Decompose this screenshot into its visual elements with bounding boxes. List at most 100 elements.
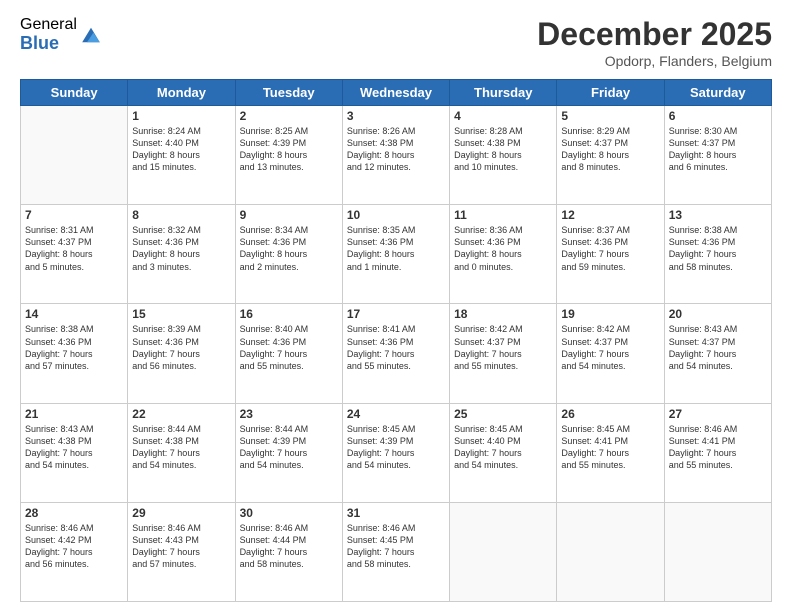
cell-info: Sunrise: 8:38 AM Sunset: 4:36 PM Dayligh… <box>669 224 767 273</box>
day-number: 6 <box>669 109 767 123</box>
cell-info: Sunrise: 8:37 AM Sunset: 4:36 PM Dayligh… <box>561 224 659 273</box>
cell-info: Sunrise: 8:35 AM Sunset: 4:36 PM Dayligh… <box>347 224 445 273</box>
cell-info: Sunrise: 8:45 AM Sunset: 4:41 PM Dayligh… <box>561 423 659 472</box>
logo-general: General <box>20 16 77 34</box>
col-wednesday: Wednesday <box>342 80 449 106</box>
cell-info: Sunrise: 8:42 AM Sunset: 4:37 PM Dayligh… <box>561 323 659 372</box>
day-number: 7 <box>25 208 123 222</box>
day-number: 5 <box>561 109 659 123</box>
cell-info: Sunrise: 8:36 AM Sunset: 4:36 PM Dayligh… <box>454 224 552 273</box>
calendar-table: Sunday Monday Tuesday Wednesday Thursday… <box>20 79 772 602</box>
cell-info: Sunrise: 8:31 AM Sunset: 4:37 PM Dayligh… <box>25 224 123 273</box>
title-section: December 2025 Opdorp, Flanders, Belgium <box>537 16 772 69</box>
day-number: 22 <box>132 407 230 421</box>
logo-icon <box>79 23 103 47</box>
table-row: 29 Sunrise: 8:46 AM Sunset: 4:43 PM Dayli… <box>128 502 235 601</box>
day-number: 23 <box>240 407 338 421</box>
month-title: December 2025 <box>537 16 772 53</box>
cell-info: Sunrise: 8:46 AM Sunset: 4:44 PM Dayligh… <box>240 522 338 571</box>
cell-info: Sunrise: 8:25 AM Sunset: 4:39 PM Dayligh… <box>240 125 338 174</box>
cell-info: Sunrise: 8:40 AM Sunset: 4:36 PM Dayligh… <box>240 323 338 372</box>
day-number: 13 <box>669 208 767 222</box>
table-row: 13 Sunrise: 8:38 AM Sunset: 4:36 PM Dayli… <box>664 205 771 304</box>
day-number: 4 <box>454 109 552 123</box>
table-row: 1 Sunrise: 8:24 AM Sunset: 4:40 PM Daylig… <box>128 106 235 205</box>
day-number: 31 <box>347 506 445 520</box>
day-number: 19 <box>561 307 659 321</box>
cell-info: Sunrise: 8:42 AM Sunset: 4:37 PM Dayligh… <box>454 323 552 372</box>
table-row: 3Sunrise: 8:26 AM Sunset: 4:38 PM Daylig… <box>342 106 449 205</box>
table-row: 17 Sunrise: 8:41 AM Sunset: 4:36 PM Dayli… <box>342 304 449 403</box>
day-number: 12 <box>561 208 659 222</box>
table-row: 20 Sunrise: 8:43 AM Sunset: 4:37 PM Dayli… <box>664 304 771 403</box>
table-row: 22Sunrise: 8:44 AM Sunset: 4:38 PM Dayli… <box>128 403 235 502</box>
table-row: 19 Sunrise: 8:42 AM Sunset: 4:37 PM Dayli… <box>557 304 664 403</box>
cell-info: Sunrise: 8:46 AM Sunset: 4:41 PM Dayligh… <box>669 423 767 472</box>
table-row: 9 Sunrise: 8:34 AM Sunset: 4:36 PM Daylig… <box>235 205 342 304</box>
cell-info: Sunrise: 8:44 AM Sunset: 4:39 PM Dayligh… <box>240 423 338 472</box>
location: Opdorp, Flanders, Belgium <box>537 53 772 69</box>
day-number: 18 <box>454 307 552 321</box>
cell-info: Sunrise: 8:45 AM Sunset: 4:39 PM Dayligh… <box>347 423 445 472</box>
cell-info: Sunrise: 8:24 AM Sunset: 4:40 PM Dayligh… <box>132 125 230 174</box>
table-row: 25 Sunrise: 8:45 AM Sunset: 4:40 PM Dayli… <box>450 403 557 502</box>
header: General Blue December 2025 Opdorp, Fland… <box>20 16 772 69</box>
day-number: 10 <box>347 208 445 222</box>
day-number: 25 <box>454 407 552 421</box>
day-number: 17 <box>347 307 445 321</box>
calendar-week-4: 28Sunrise: 8:46 AM Sunset: 4:42 PM Dayli… <box>21 502 772 601</box>
calendar-header-row: Sunday Monday Tuesday Wednesday Thursday… <box>21 80 772 106</box>
day-number: 16 <box>240 307 338 321</box>
table-row: 7 Sunrise: 8:31 AM Sunset: 4:37 PM Daylig… <box>21 205 128 304</box>
day-number: 24 <box>347 407 445 421</box>
table-row <box>557 502 664 601</box>
cell-info: Sunrise: 8:28 AM Sunset: 4:38 PM Dayligh… <box>454 125 552 174</box>
table-row <box>664 502 771 601</box>
table-row: 4 Sunrise: 8:28 AM Sunset: 4:38 PM Daylig… <box>450 106 557 205</box>
calendar-week-0: 1 Sunrise: 8:24 AM Sunset: 4:40 PM Daylig… <box>21 106 772 205</box>
table-row: 28Sunrise: 8:46 AM Sunset: 4:42 PM Dayli… <box>21 502 128 601</box>
day-number: 15 <box>132 307 230 321</box>
table-row: 27Sunrise: 8:46 AM Sunset: 4:41 PM Dayli… <box>664 403 771 502</box>
day-number: 28 <box>25 506 123 520</box>
table-row <box>21 106 128 205</box>
cell-info: Sunrise: 8:45 AM Sunset: 4:40 PM Dayligh… <box>454 423 552 472</box>
cell-info: Sunrise: 8:39 AM Sunset: 4:36 PM Dayligh… <box>132 323 230 372</box>
table-row: 23 Sunrise: 8:44 AM Sunset: 4:39 PM Dayli… <box>235 403 342 502</box>
table-row: 14Sunrise: 8:38 AM Sunset: 4:36 PM Dayli… <box>21 304 128 403</box>
day-number: 9 <box>240 208 338 222</box>
table-row: 31Sunrise: 8:46 AM Sunset: 4:45 PM Dayli… <box>342 502 449 601</box>
day-number: 20 <box>669 307 767 321</box>
cell-info: Sunrise: 8:34 AM Sunset: 4:36 PM Dayligh… <box>240 224 338 273</box>
table-row: 16 Sunrise: 8:40 AM Sunset: 4:36 PM Dayli… <box>235 304 342 403</box>
calendar-week-1: 7 Sunrise: 8:31 AM Sunset: 4:37 PM Daylig… <box>21 205 772 304</box>
col-saturday: Saturday <box>664 80 771 106</box>
cell-info: Sunrise: 8:32 AM Sunset: 4:36 PM Dayligh… <box>132 224 230 273</box>
table-row: 11Sunrise: 8:36 AM Sunset: 4:36 PM Dayli… <box>450 205 557 304</box>
day-number: 1 <box>132 109 230 123</box>
page-container: General Blue December 2025 Opdorp, Fland… <box>0 0 792 612</box>
table-row: 18 Sunrise: 8:42 AM Sunset: 4:37 PM Dayli… <box>450 304 557 403</box>
cell-info: Sunrise: 8:43 AM Sunset: 4:37 PM Dayligh… <box>669 323 767 372</box>
col-sunday: Sunday <box>21 80 128 106</box>
col-tuesday: Tuesday <box>235 80 342 106</box>
cell-info: Sunrise: 8:30 AM Sunset: 4:37 PM Dayligh… <box>669 125 767 174</box>
col-thursday: Thursday <box>450 80 557 106</box>
day-number: 2 <box>240 109 338 123</box>
table-row: 5Sunrise: 8:29 AM Sunset: 4:37 PM Daylig… <box>557 106 664 205</box>
cell-info: Sunrise: 8:46 AM Sunset: 4:43 PM Dayligh… <box>132 522 230 571</box>
cell-info: Sunrise: 8:38 AM Sunset: 4:36 PM Dayligh… <box>25 323 123 372</box>
cell-info: Sunrise: 8:41 AM Sunset: 4:36 PM Dayligh… <box>347 323 445 372</box>
col-friday: Friday <box>557 80 664 106</box>
table-row: 2 Sunrise: 8:25 AM Sunset: 4:39 PM Daylig… <box>235 106 342 205</box>
cell-info: Sunrise: 8:26 AM Sunset: 4:38 PM Dayligh… <box>347 125 445 174</box>
table-row <box>450 502 557 601</box>
table-row: 30Sunrise: 8:46 AM Sunset: 4:44 PM Dayli… <box>235 502 342 601</box>
day-number: 8 <box>132 208 230 222</box>
table-row: 6 Sunrise: 8:30 AM Sunset: 4:37 PM Daylig… <box>664 106 771 205</box>
table-row: 26Sunrise: 8:45 AM Sunset: 4:41 PM Dayli… <box>557 403 664 502</box>
logo-blue: Blue <box>20 34 77 54</box>
table-row: 8 Sunrise: 8:32 AM Sunset: 4:36 PM Daylig… <box>128 205 235 304</box>
day-number: 29 <box>132 506 230 520</box>
table-row: 15 Sunrise: 8:39 AM Sunset: 4:36 PM Dayli… <box>128 304 235 403</box>
